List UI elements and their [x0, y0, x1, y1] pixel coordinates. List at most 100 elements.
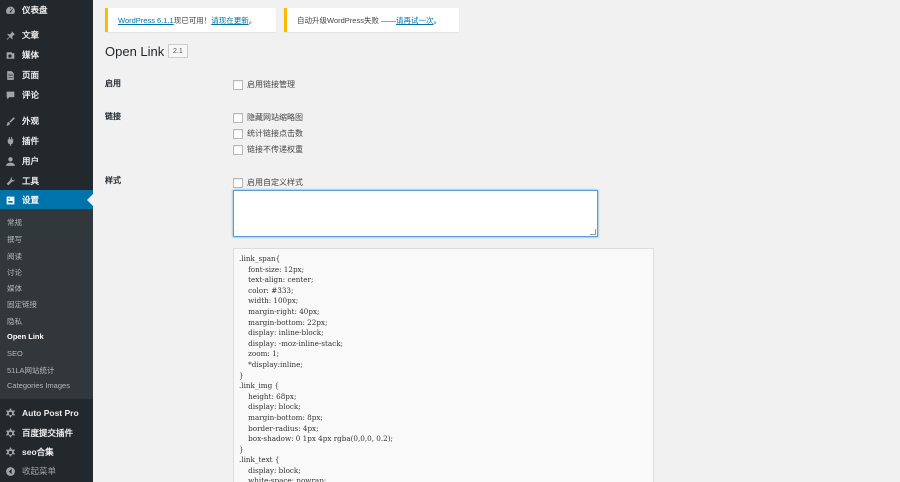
code-line: width: 100px; [239, 296, 299, 306]
code-line: font-size: 12px; [239, 264, 305, 274]
code-line: display: inline-block; [239, 328, 324, 338]
plugin-icon [5, 136, 16, 147]
checkbox[interactable] [233, 128, 243, 139]
menu-baidu-submit[interactable]: 百度提交插件 [0, 423, 93, 443]
menu-users[interactable]: 用户 [0, 151, 93, 171]
dashboard-icon [5, 5, 16, 16]
submenu-open-link[interactable]: Open Link [7, 332, 44, 341]
link-label: 链接 [105, 112, 121, 121]
checkbox[interactable] [233, 79, 243, 90]
code-line: text-align: center; [239, 275, 314, 285]
gear-icon [5, 408, 16, 419]
code-line: white-space: nowrap; [239, 476, 327, 482]
menu-label: 插件 [22, 136, 40, 146]
wrench-icon [5, 176, 16, 187]
custom-style-option[interactable]: 启用自定义样式 [233, 177, 303, 188]
settings-icon [5, 195, 16, 206]
nofollow-option[interactable]: 链接不传递权重 [233, 144, 303, 155]
menu-plugins[interactable]: 插件 [0, 131, 93, 151]
menu-media[interactable]: 媒体 [0, 45, 93, 65]
submenu-media[interactable]: 媒体 [7, 283, 22, 294]
option-label: 统计链接点击数 [247, 129, 303, 138]
checkbox[interactable] [233, 144, 243, 155]
update-notice: WordPress 6.1.1 现已可用！ 请现在更新 。 [105, 8, 276, 32]
count-clicks-option[interactable]: 统计链接点击数 [233, 128, 303, 139]
collapse-menu-button[interactable]: 收起菜单 [0, 461, 93, 481]
notice-end: 。 [433, 15, 442, 25]
submenu-categories-images[interactable]: Categories Images [7, 381, 70, 390]
enable-link-manager-option[interactable]: 启用链接管理 [233, 79, 295, 90]
menu-label: 评论 [22, 90, 40, 100]
code-line: height: 68px; [239, 391, 297, 401]
submenu-discussion[interactable]: 讨论 [7, 267, 22, 278]
code-line: box-shadow: 0 1px 4px rgba(0,0,0, 0.2); [239, 434, 393, 444]
pin-icon [5, 30, 16, 41]
code-line: display: -moz-inline-stack; [239, 338, 343, 348]
menu-label: Auto Post Pro [22, 408, 79, 418]
menu-label: 用户 [22, 156, 40, 166]
enable-label: 启用 [105, 79, 121, 88]
custom-css-textarea[interactable] [233, 190, 598, 237]
comment-icon [5, 90, 16, 101]
option-label: 隐藏网站缩略图 [247, 113, 303, 122]
hide-thumbnail-option[interactable]: 隐藏网站缩略图 [233, 112, 303, 123]
option-label: 启用链接管理 [247, 80, 295, 89]
code-line: display: block; [239, 465, 301, 475]
code-line: display: block; [239, 402, 301, 412]
collapse-icon [5, 466, 16, 477]
submenu-privacy[interactable]: 隐私 [7, 316, 22, 327]
checkbox[interactable] [233, 112, 243, 123]
menu-dashboard[interactable]: 仪表盘 [0, 0, 93, 20]
update-failed-notice: 自动升级WordPress失败 —— 请再试一次 。 [284, 8, 459, 32]
code-line: margin-bottom: 8px; [239, 412, 323, 422]
wordpress-version-link[interactable]: WordPress 6.1.1 [118, 16, 174, 25]
submenu-permalinks[interactable]: 固定链接 [7, 299, 37, 310]
menu-label: 收起菜单 [22, 466, 57, 476]
menu-label: 页面 [22, 70, 40, 80]
submenu-51la[interactable]: 51LA网站统计 [7, 365, 55, 376]
default-css-code: .link_span{ font-size: 12px; text-align:… [233, 248, 654, 482]
resize-handle[interactable] [590, 229, 596, 235]
brush-icon [5, 116, 16, 127]
page-title: Open Link [105, 44, 165, 59]
menu-auto-post-pro[interactable]: Auto Post Pro [0, 403, 93, 423]
settings-submenu: 常规 撰写 阅读 讨论 媒体 固定链接 隐私 Open Link SEO 51L… [0, 209, 93, 399]
notice-text: 现已可用！ [173, 15, 212, 25]
menu-comments[interactable]: 评论 [0, 85, 93, 105]
code-line: border-radius: 4px; [239, 423, 319, 433]
code-line: .link_text { [239, 455, 280, 465]
retry-link[interactable]: 请再试一次 [396, 15, 434, 26]
submenu-writing[interactable]: 撰写 [7, 234, 22, 245]
style-label: 样式 [105, 176, 121, 185]
menu-label: 文章 [22, 30, 40, 40]
gear-icon [5, 428, 16, 439]
menu-seo-collection[interactable]: seo合集 [0, 442, 93, 462]
menu-label: 媒体 [22, 50, 40, 60]
code-line: .link_span{ [239, 254, 281, 263]
active-indicator [87, 194, 93, 206]
notice-text: 自动升级WordPress失败 —— [297, 15, 397, 25]
user-icon [5, 156, 16, 167]
menu-label: seo合集 [22, 447, 54, 457]
menu-label: 百度提交插件 [22, 428, 74, 438]
submenu-general[interactable]: 常规 [7, 217, 22, 228]
admin-sidebar: 仪表盘 文章 媒体 页面 评论 外观 插件 用户 工具 设置 常规 撰写 阅读 [0, 0, 93, 482]
checkbox[interactable] [233, 177, 243, 188]
menu-tools[interactable]: 工具 [0, 171, 93, 191]
media-icon [5, 50, 16, 61]
menu-appearance[interactable]: 外观 [0, 111, 93, 131]
option-label: 链接不传递权重 [247, 145, 303, 154]
submenu-reading[interactable]: 阅读 [7, 251, 22, 262]
code-line: margin-bottom: 22px; [239, 317, 328, 327]
version-badge: 2.1 [168, 44, 188, 58]
menu-posts[interactable]: 文章 [0, 25, 93, 45]
code-line: *display:inline; [239, 359, 303, 369]
menu-label: 外观 [22, 116, 40, 126]
code-line: zoom: 1; [239, 349, 280, 359]
menu-settings[interactable]: 设置 [0, 190, 93, 210]
update-now-link[interactable]: 请现在更新 [211, 15, 249, 26]
menu-label: 工具 [22, 176, 40, 186]
menu-pages[interactable]: 页面 [0, 65, 93, 85]
submenu-seo[interactable]: SEO [7, 349, 23, 358]
menu-label: 设置 [22, 195, 40, 205]
